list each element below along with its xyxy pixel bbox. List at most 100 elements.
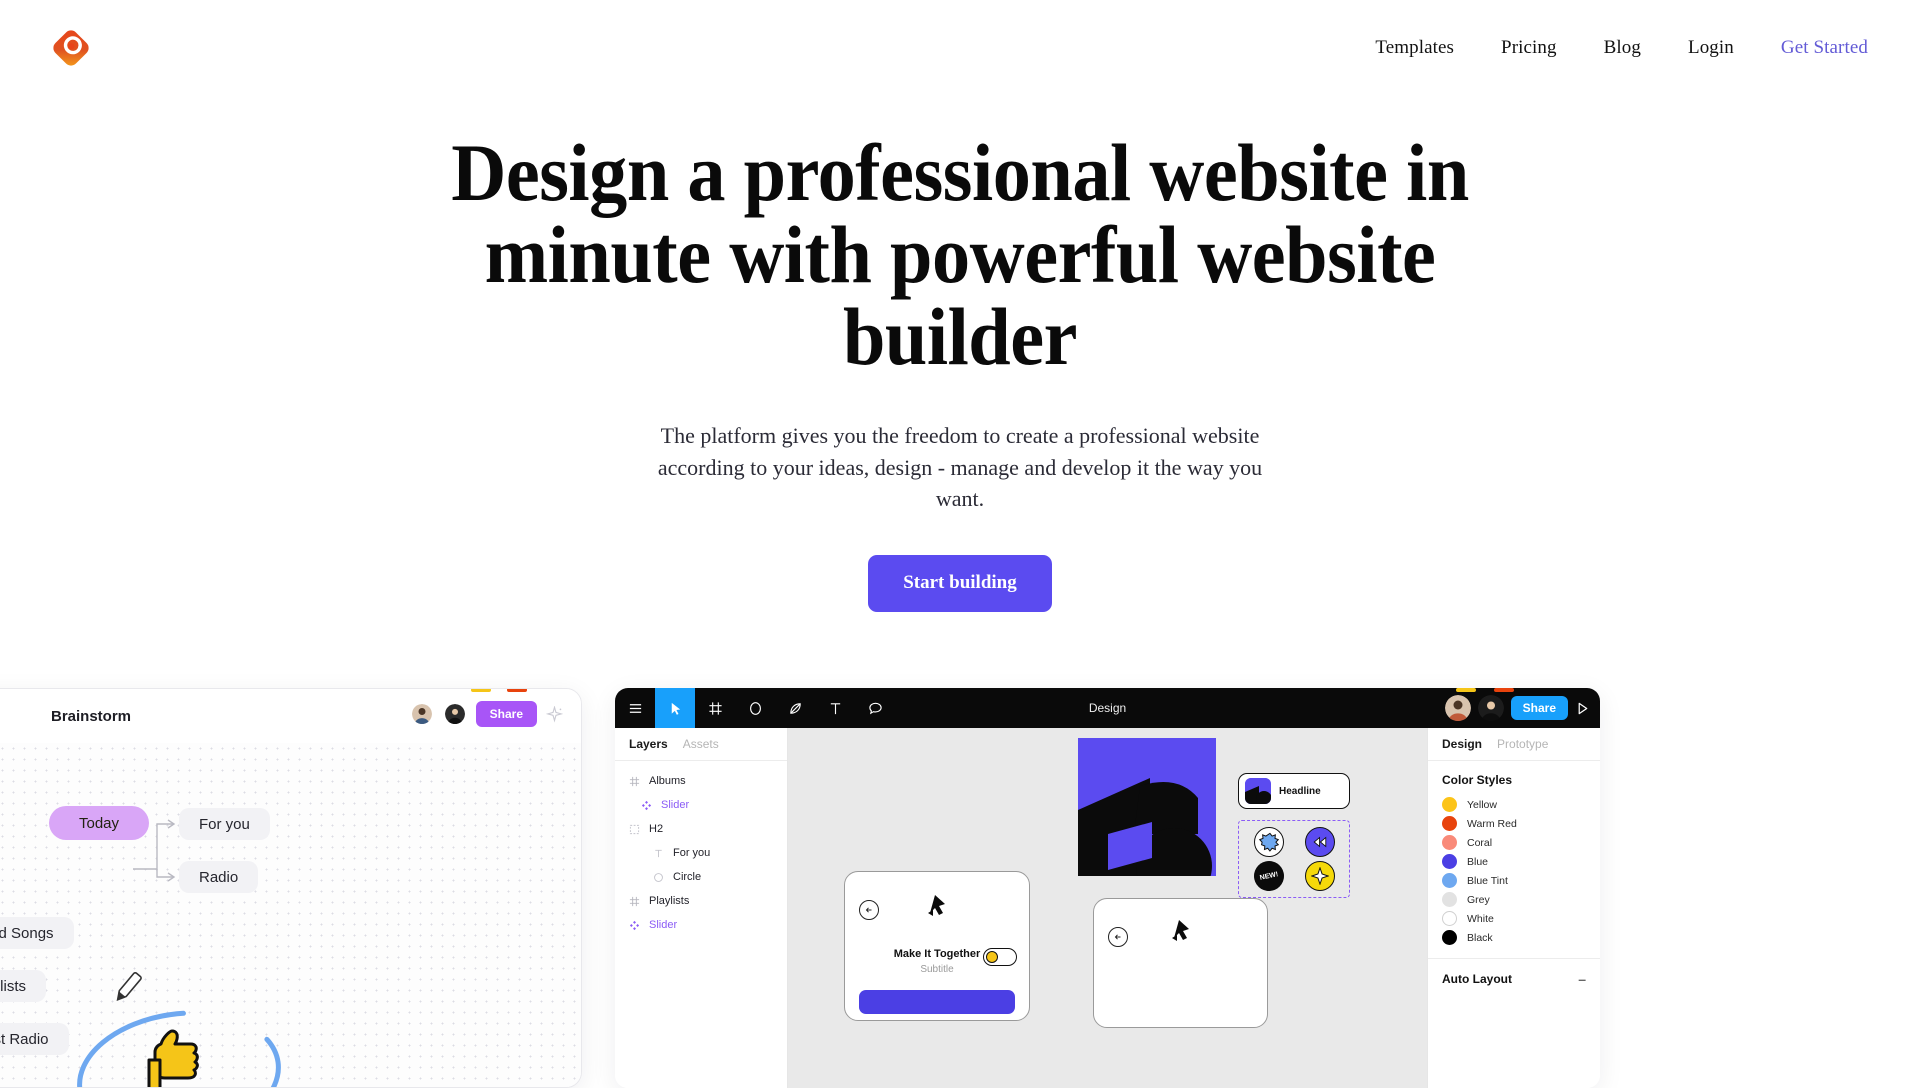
new-badge[interactable]: NEW! bbox=[1250, 858, 1287, 894]
avatar[interactable] bbox=[442, 702, 467, 726]
color-style-grey[interactable]: Grey bbox=[1428, 890, 1600, 909]
color-style-blue[interactable]: Blue bbox=[1428, 852, 1600, 871]
collaborator-bar bbox=[471, 689, 491, 692]
figma-body: Layers Assets Albums Slider H2 For you C… bbox=[615, 728, 1600, 1088]
sparkle-icon[interactable] bbox=[546, 705, 563, 723]
component-icon bbox=[641, 800, 652, 810]
collaborator-bar bbox=[507, 689, 527, 692]
cursor-icon[interactable] bbox=[655, 688, 695, 728]
burst-badge[interactable] bbox=[1253, 827, 1284, 857]
hero-section: Design a professional website in minute … bbox=[0, 127, 1920, 613]
board-canvas[interactable]: Today For you Radio Liked Songs Playlist… bbox=[0, 743, 581, 1087]
layers-panel: Layers Assets Albums Slider H2 For you C… bbox=[615, 728, 788, 1088]
figma-toolbar-actions: Share bbox=[1444, 695, 1590, 721]
color-style-coral[interactable]: Coral bbox=[1428, 833, 1600, 852]
headline-label: Headline bbox=[1279, 785, 1321, 797]
menu-icon[interactable] bbox=[615, 688, 655, 728]
group-icon bbox=[629, 824, 640, 834]
comment-icon[interactable] bbox=[855, 688, 895, 728]
card-make-it-together[interactable]: Make It Together Subtitle bbox=[844, 871, 1030, 1021]
board-node-for-you[interactable]: For you bbox=[179, 808, 270, 840]
card-cta-button[interactable] bbox=[859, 990, 1015, 1014]
abstract-artwork[interactable] bbox=[1078, 738, 1216, 876]
tab-layers[interactable]: Layers bbox=[629, 737, 668, 751]
headline-card[interactable]: Headline bbox=[1238, 773, 1350, 809]
card-toggle[interactable] bbox=[983, 948, 1017, 966]
sparkle-badge[interactable] bbox=[1304, 861, 1335, 891]
page-title: Design a professional website in minute … bbox=[451, 127, 1469, 382]
layer-item-circle[interactable]: Circle bbox=[615, 865, 787, 889]
bubble-b-logo-icon bbox=[53, 30, 89, 66]
back-button[interactable] bbox=[1108, 927, 1128, 947]
figma-canvas[interactable]: Headline NEW! Make It Together Subtitle bbox=[788, 728, 1427, 1088]
mockup-showcase: Brainstorm Share Today For you Radio Son… bbox=[0, 680, 1920, 1088]
top-navigation: Templates Pricing Blog Login Get Started bbox=[0, 0, 1920, 96]
layer-item-playlists[interactable]: Playlists bbox=[615, 889, 787, 913]
frame-icon bbox=[629, 896, 640, 906]
thumbs-up-emoji bbox=[147, 1029, 199, 1087]
color-style-blue-tint[interactable]: Blue Tint bbox=[1428, 871, 1600, 890]
collaborator-bars bbox=[471, 689, 527, 692]
doodle-group bbox=[77, 972, 281, 1087]
tab-prototype[interactable]: Prototype bbox=[1497, 737, 1548, 751]
figma-toolbar: Design Share bbox=[615, 688, 1600, 728]
frame-icon bbox=[629, 776, 640, 786]
nav-link-pricing[interactable]: Pricing bbox=[1501, 37, 1557, 59]
hero-subtitle: The platform gives you the freedom to cr… bbox=[657, 423, 1263, 512]
avatar[interactable] bbox=[409, 702, 434, 726]
pen-icon[interactable] bbox=[775, 688, 815, 728]
avatar[interactable] bbox=[1444, 695, 1471, 721]
ellipse-icon[interactable] bbox=[735, 688, 775, 728]
figma-share-button[interactable]: Share bbox=[1510, 696, 1568, 720]
design-panel: Design Prototype Color Styles Yellow War… bbox=[1427, 728, 1600, 1088]
badge-selection-group[interactable]: NEW! bbox=[1238, 820, 1350, 898]
color-style-black[interactable]: Black bbox=[1428, 928, 1600, 947]
cursor-note-icon bbox=[1171, 920, 1189, 941]
nav-link-templates[interactable]: Templates bbox=[1375, 37, 1454, 59]
play-icon[interactable] bbox=[1575, 701, 1590, 716]
left-panel-tabs: Layers Assets bbox=[615, 728, 787, 761]
back-button[interactable] bbox=[859, 900, 879, 920]
nav-link-login[interactable]: Login bbox=[1688, 37, 1734, 59]
right-panel-tabs: Design Prototype bbox=[1428, 728, 1600, 761]
board-header: Brainstorm Share bbox=[0, 689, 581, 743]
board-node-liked-songs[interactable]: Liked Songs bbox=[0, 917, 74, 949]
layer-item-for-you[interactable]: For you bbox=[615, 841, 787, 865]
collaborator-bar bbox=[1456, 688, 1476, 692]
rewind-badge[interactable] bbox=[1304, 827, 1335, 857]
auto-layout-label: Auto Layout bbox=[1442, 972, 1512, 986]
cursor-note-icon bbox=[928, 895, 945, 916]
color-style-warm-red[interactable]: Warm Red bbox=[1428, 814, 1600, 833]
text-icon bbox=[655, 849, 662, 857]
board-node-today[interactable]: Today bbox=[49, 806, 150, 840]
brainstorm-board-mockup: Brainstorm Share Today For you Radio Son… bbox=[0, 688, 582, 1088]
color-style-yellow[interactable]: Yellow bbox=[1428, 795, 1600, 814]
text-icon[interactable] bbox=[815, 688, 855, 728]
layer-item-slider-2[interactable]: Slider bbox=[615, 913, 787, 937]
nav-link-get-started[interactable]: Get Started bbox=[1781, 37, 1868, 59]
color-styles-list: Yellow Warm Red Coral Blue Blue Tint Gre… bbox=[1428, 795, 1600, 947]
layer-item-slider[interactable]: Slider bbox=[615, 793, 787, 817]
nav-links: Templates Pricing Blog Login Get Started bbox=[1375, 37, 1872, 59]
layer-item-albums[interactable]: Albums bbox=[615, 769, 787, 793]
board-node-playlists[interactable]: Playlists bbox=[0, 970, 47, 1002]
collapse-icon[interactable]: – bbox=[1578, 971, 1586, 987]
headline-thumbnail bbox=[1245, 778, 1271, 804]
layer-item-h2[interactable]: H2 bbox=[615, 817, 787, 841]
color-styles-title: Color Styles bbox=[1442, 773, 1513, 787]
brand-logo[interactable] bbox=[50, 27, 92, 69]
tab-design[interactable]: Design bbox=[1442, 737, 1482, 751]
layers-list: Albums Slider H2 For you Circle Playlist… bbox=[615, 761, 787, 937]
board-node-radio[interactable]: Radio bbox=[179, 861, 259, 893]
nav-link-blog[interactable]: Blog bbox=[1604, 37, 1641, 59]
color-style-white[interactable]: White bbox=[1428, 909, 1600, 928]
frame-icon[interactable] bbox=[695, 688, 735, 728]
auto-layout-section: Auto Layout – bbox=[1428, 959, 1600, 987]
tab-assets[interactable]: Assets bbox=[683, 737, 719, 751]
board-share-button[interactable]: Share bbox=[475, 701, 537, 727]
start-building-button[interactable]: Start building bbox=[868, 555, 1052, 613]
avatar[interactable] bbox=[1477, 695, 1504, 721]
card-secondary[interactable] bbox=[1093, 898, 1268, 1028]
board-header-actions: Share bbox=[409, 701, 563, 727]
collaborator-bars bbox=[1456, 688, 1514, 692]
